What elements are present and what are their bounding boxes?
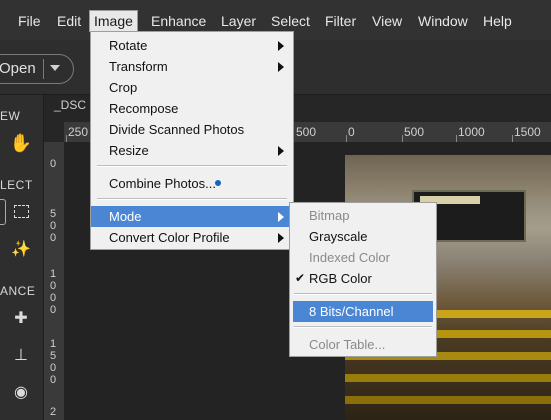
menu-item-label: Bitmap [309, 208, 350, 223]
menu-divider [97, 165, 287, 167]
menu-item-label: Color Table... [309, 337, 386, 352]
hand-tool-icon[interactable]: ✋ [9, 133, 33, 154]
menu-item-label: Recompose [109, 101, 179, 116]
menu-layer[interactable]: Layer [217, 11, 260, 31]
open-button-label: Open [0, 60, 36, 77]
menu-enhance[interactable]: Enhance [147, 11, 210, 31]
magic-wand-icon[interactable]: ✨ [9, 239, 33, 259]
ruler-label: 0 [49, 362, 57, 374]
menu-item-label: Transform [109, 59, 168, 74]
menu-edit[interactable]: Edit [53, 11, 85, 31]
photo-bleacher [345, 374, 551, 382]
clone-stamp-icon[interactable]: ⊥ [9, 345, 33, 365]
menu-item-label: RGB Color [309, 271, 372, 286]
ruler-label: 2 [49, 406, 57, 418]
new-feature-dot-icon [215, 180, 221, 186]
sponge-tool-icon[interactable]: ◉ [9, 382, 33, 402]
submenu-item-8-bits-channel[interactable]: 8 Bits/Channel [293, 301, 433, 322]
ruler-label: 5 [49, 350, 57, 362]
menu-item-transform[interactable]: Transform [91, 56, 293, 77]
submenu-arrow-icon [278, 41, 284, 51]
submenu-arrow-icon [278, 62, 284, 72]
ruler-label: 1 [49, 268, 57, 280]
ruler-label: 0 [49, 158, 57, 170]
ruler-label: 1 [49, 338, 57, 350]
document-tab[interactable]: _DSC [54, 98, 94, 118]
ruler-label: 0 [348, 125, 355, 139]
menu-help[interactable]: Help [479, 11, 516, 31]
menu-item-label: Convert Color Profile [109, 230, 230, 245]
ruler-label: 0 [49, 232, 57, 244]
menu-item-recompose[interactable]: Recompose [91, 98, 293, 119]
menu-item-resize[interactable]: Resize [91, 140, 293, 161]
menu-filter[interactable]: Filter [321, 11, 360, 31]
ruler-label: 1000 [458, 125, 485, 139]
menu-window[interactable]: Window [414, 11, 472, 31]
menu-item-label: Crop [109, 80, 138, 95]
ruler-label: 5 [49, 208, 57, 220]
photo-bleacher [345, 396, 551, 404]
ruler-label: 500 [404, 125, 425, 139]
ruler-label: 0 [49, 280, 57, 292]
menu-item-label: 8 Bits/Channel [309, 304, 394, 319]
menu-item-crop[interactable]: Crop [91, 77, 293, 98]
submenu-arrow-icon [278, 146, 284, 156]
submenu-item-bitmap[interactable]: Bitmap [290, 205, 436, 226]
menu-divider [294, 326, 432, 328]
menu-item-convert-color-profile[interactable]: Convert Color Profile [91, 227, 293, 248]
ruler-tick [402, 135, 403, 142]
toolbox-section-view: EW [0, 109, 21, 123]
menu-select[interactable]: Select [267, 11, 314, 31]
menu-item-label: Grayscale [309, 229, 368, 244]
menu-item-combine-photos[interactable]: Combine Photos... [91, 173, 293, 194]
ruler-tick [66, 135, 67, 142]
spot-healing-icon[interactable]: ✚ [9, 308, 33, 328]
ruler-label: 0 [49, 292, 57, 304]
menu-view[interactable]: View [368, 11, 406, 31]
ruler-label: 1500 [514, 125, 541, 139]
submenu-item-color-table[interactable]: Color Table... [290, 334, 436, 355]
image-menu-dropdown: Rotate Transform Crop Recompose Divide S… [90, 31, 294, 250]
ruler-label: 500 [296, 125, 317, 139]
mode-submenu: Bitmap Grayscale Indexed Color ✔ RGB Colo… [289, 202, 437, 357]
open-button-divider [43, 59, 44, 79]
submenu-item-indexed-color[interactable]: Indexed Color [290, 247, 436, 268]
menu-item-divide-scanned-photos[interactable]: Divide Scanned Photos [91, 119, 293, 140]
menu-item-label: Divide Scanned Photos [109, 122, 245, 137]
submenu-arrow-icon [278, 212, 284, 222]
ruler-tick [512, 135, 513, 142]
vertical-ruler: 0 5 0 0 1 0 0 0 1 5 0 0 2 [44, 142, 65, 420]
menu-image[interactable]: Image [89, 10, 138, 32]
open-button[interactable]: Open [0, 54, 74, 84]
ruler-tick [346, 135, 347, 142]
toolbox: EW ✋ LECT ✨ ANCE ✚ ⊥ ◉ [0, 95, 44, 420]
chevron-down-icon[interactable] [50, 65, 60, 71]
menu-item-label: Resize [109, 143, 149, 158]
ruler-label: 250 [68, 125, 89, 139]
toolbox-section-enhance: ANCE [0, 284, 36, 298]
ruler-label: 0 [49, 220, 57, 232]
submenu-item-rgb-color[interactable]: ✔ RGB Color [290, 268, 436, 289]
submenu-item-grayscale[interactable]: Grayscale [290, 226, 436, 247]
menu-file[interactable]: File [14, 11, 45, 31]
menu-item-label: Indexed Color [309, 250, 390, 265]
menu-item-label: Combine Photos... [109, 176, 216, 191]
menu-item-label: Rotate [109, 38, 148, 53]
marquee-tool-icon[interactable] [14, 205, 29, 218]
toolbox-section-select: LECT [0, 178, 33, 192]
ruler-label: 0 [49, 304, 57, 316]
checkmark-icon: ✔ [295, 271, 306, 285]
menu-item-rotate[interactable]: Rotate [91, 35, 293, 56]
submenu-arrow-icon [278, 233, 284, 243]
menu-item-label: Mode [109, 209, 142, 224]
ruler-tick [456, 135, 457, 142]
menu-item-mode[interactable]: Mode [91, 206, 293, 227]
menu-divider [97, 198, 287, 200]
ruler-label: 0 [49, 374, 57, 386]
menu-divider [294, 293, 432, 295]
select-tool-fragment[interactable] [0, 199, 6, 225]
